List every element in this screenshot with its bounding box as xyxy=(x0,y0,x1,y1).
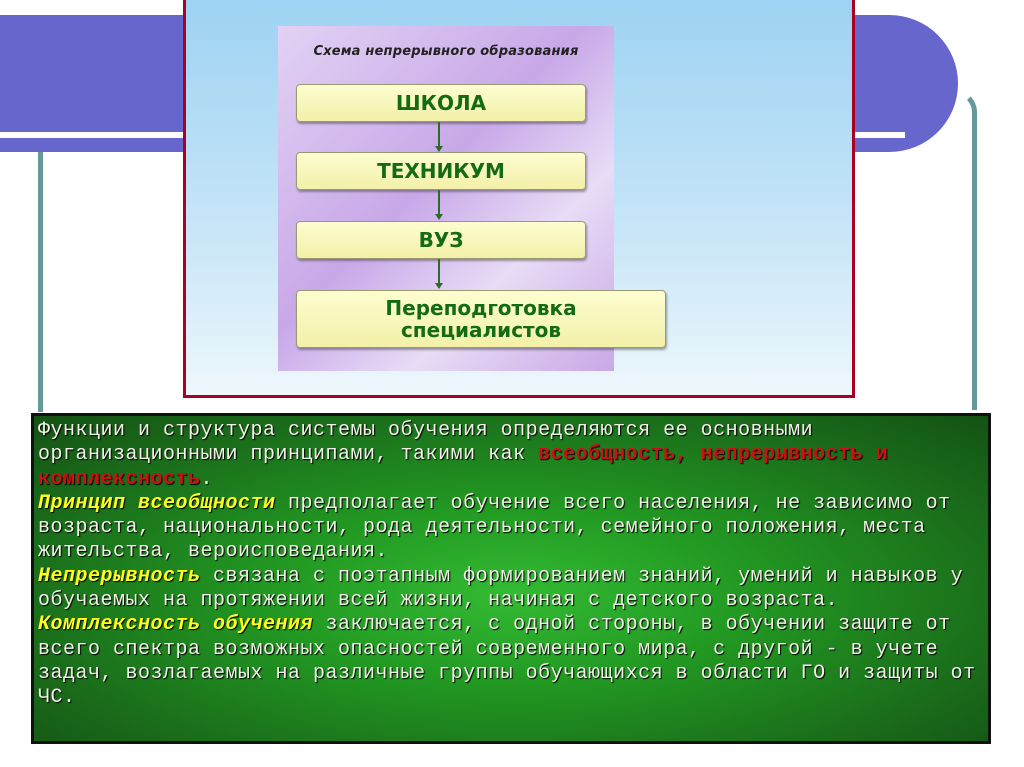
continuous-education-scheme: Схема непрерывного образования ШКОЛА ТЕХ… xyxy=(278,26,666,371)
scheme-step-university: ВУЗ xyxy=(296,221,586,259)
teal-line-left xyxy=(38,152,43,412)
arrow-down-icon xyxy=(435,122,443,152)
universality-term: Принцип всеобщности xyxy=(38,491,276,515)
scheme-step-retraining: Переподготовка специалистов xyxy=(296,290,666,348)
arrow-down-icon xyxy=(435,190,443,220)
body-text: Функции и структура системы обучения опр… xyxy=(38,419,984,711)
continuity-term: Непрерывность xyxy=(38,564,201,588)
scheme-title: Схема непрерывного образования xyxy=(313,44,579,59)
text-panel: Функции и структура системы обучения опр… xyxy=(31,413,991,744)
intro-end: . xyxy=(200,467,214,491)
scheme-step-technical-school: ТЕХНИКУМ xyxy=(296,152,586,190)
arrow-down-icon xyxy=(435,259,443,289)
scheme-step-school: ШКОЛА xyxy=(296,84,586,122)
scheme-image-frame: Схема непрерывного образования ШКОЛА ТЕХ… xyxy=(183,0,855,398)
teal-line-right xyxy=(955,90,977,410)
complexity-term: Комплексность обучения xyxy=(38,613,314,637)
